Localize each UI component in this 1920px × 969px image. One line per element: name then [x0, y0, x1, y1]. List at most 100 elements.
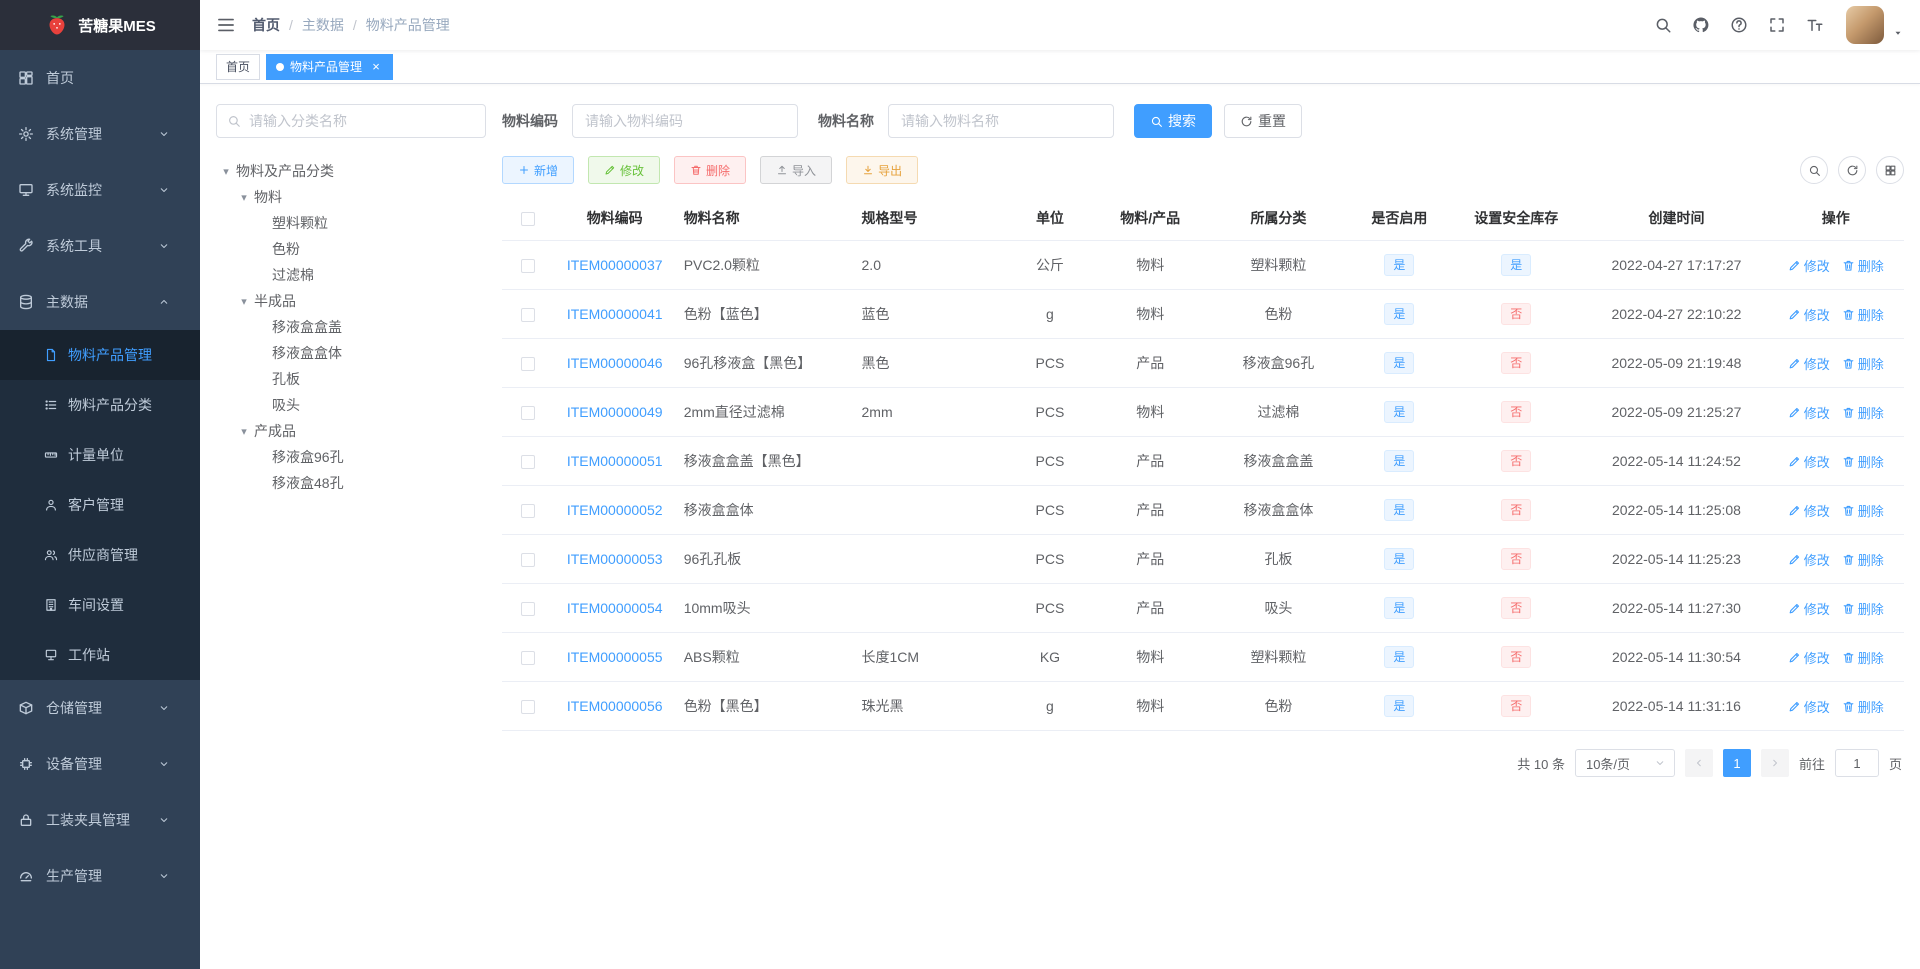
tree-node[interactable]: 移液盒96孔 [216, 444, 486, 470]
tag-material-product[interactable]: 物料产品管理 × [266, 53, 394, 80]
delete-row-link[interactable]: 删除 [1842, 697, 1884, 716]
sidebar-item-5[interactable]: 仓储管理 [0, 680, 200, 736]
delete-row-link[interactable]: 删除 [1842, 403, 1884, 422]
sidebar-subitem-4[interactable]: 供应商管理 [0, 530, 200, 580]
header-search-button[interactable] [1646, 0, 1680, 50]
row-checkbox[interactable] [520, 651, 535, 666]
edit-row-link[interactable]: 修改 [1788, 305, 1830, 324]
row-checkbox[interactable] [520, 504, 535, 519]
sidebar-subitem-0[interactable]: 物料产品管理 [0, 330, 200, 380]
tree-node[interactable]: 吸头 [216, 392, 486, 418]
sidebar-item-4[interactable]: 主数据 [0, 274, 200, 330]
row-checkbox[interactable] [520, 259, 535, 274]
row-checkbox[interactable] [520, 455, 535, 470]
add-button[interactable]: 新增 [502, 156, 575, 184]
edit-row-link[interactable]: 修改 [1788, 256, 1830, 275]
tree-node[interactable]: 色粉 [216, 236, 486, 262]
edit-row-link[interactable]: 修改 [1788, 354, 1830, 373]
caret-icon[interactable]: ▾ [234, 191, 254, 204]
app-logo[interactable]: 苦糖果MES [0, 0, 200, 50]
tag-home[interactable]: 首页 [216, 53, 261, 80]
edit-button[interactable]: 修改 [588, 156, 661, 184]
item-code-link[interactable]: ITEM00000053 [567, 551, 663, 567]
hamburger-icon[interactable] [200, 0, 252, 50]
sidebar-item-2[interactable]: 系统监控 [0, 162, 200, 218]
help-button[interactable] [1722, 0, 1756, 50]
sidebar-subitem-5[interactable]: 车间设置 [0, 580, 200, 630]
tree-node[interactable]: 孔板 [216, 366, 486, 392]
delete-row-link[interactable]: 删除 [1842, 648, 1884, 667]
fullscreen-button[interactable] [1760, 0, 1794, 50]
edit-row-link[interactable]: 修改 [1788, 452, 1830, 471]
delete-row-link[interactable]: 删除 [1842, 256, 1884, 275]
font-size-button[interactable] [1798, 0, 1832, 50]
tree-node[interactable]: 移液盒盒盖 [216, 314, 486, 340]
item-code-link[interactable]: ITEM00000055 [567, 649, 663, 665]
tree-node[interactable]: 移液盒48孔 [216, 470, 486, 496]
breadcrumb-item-home[interactable]: 首页 [252, 15, 280, 35]
columns-button[interactable] [1876, 156, 1904, 184]
sidebar-item-1[interactable]: 系统管理 [0, 106, 200, 162]
item-code-link[interactable]: ITEM00000056 [567, 698, 663, 714]
delete-button[interactable]: 删除 [674, 156, 747, 184]
delete-row-link[interactable]: 删除 [1842, 501, 1884, 520]
tree-node[interactable]: 塑料颗粒 [216, 210, 486, 236]
row-checkbox[interactable] [520, 406, 535, 421]
user-menu-caret[interactable] [1892, 24, 1904, 40]
export-button[interactable]: 导出 [846, 156, 919, 184]
row-checkbox[interactable] [520, 553, 535, 568]
delete-row-link[interactable]: 删除 [1842, 599, 1884, 618]
avatar[interactable] [1846, 6, 1884, 44]
tree-node[interactable]: 过滤棉 [216, 262, 486, 288]
delete-row-link[interactable]: 删除 [1842, 550, 1884, 569]
breadcrumb-item-master-data[interactable]: 主数据 [302, 15, 344, 35]
edit-row-link[interactable]: 修改 [1788, 501, 1830, 520]
item-code-link[interactable]: ITEM00000037 [567, 257, 663, 273]
sidebar-item-7[interactable]: 工装夹具管理 [0, 792, 200, 848]
category-search-input[interactable] [216, 104, 486, 138]
sidebar-subitem-2[interactable]: 计量单位 [0, 430, 200, 480]
delete-row-link[interactable]: 删除 [1842, 354, 1884, 373]
toggle-search-button[interactable] [1800, 156, 1828, 184]
edit-row-link[interactable]: 修改 [1788, 697, 1830, 716]
page-1-button[interactable]: 1 [1722, 749, 1751, 777]
edit-row-link[interactable]: 修改 [1788, 599, 1830, 618]
material-name-input[interactable] [888, 104, 1114, 138]
sidebar-item-6[interactable]: 设备管理 [0, 736, 200, 792]
delete-row-link[interactable]: 删除 [1842, 452, 1884, 471]
tree-node[interactable]: ▾ 半成品 [216, 288, 486, 314]
edit-row-link[interactable]: 修改 [1788, 550, 1830, 569]
tree-node[interactable]: 移液盒盒体 [216, 340, 486, 366]
next-page-button[interactable] [1760, 749, 1789, 777]
tree-node[interactable]: ▾ 物料及产品分类 [216, 158, 486, 184]
delete-row-link[interactable]: 删除 [1842, 305, 1884, 324]
sidebar-subitem-1[interactable]: 物料产品分类 [0, 380, 200, 430]
item-code-link[interactable]: ITEM00000046 [567, 355, 663, 371]
row-checkbox[interactable] [520, 357, 535, 372]
refresh-table-button[interactable] [1838, 156, 1866, 184]
prev-page-button[interactable] [1684, 749, 1713, 777]
item-code-link[interactable]: ITEM00000041 [567, 306, 663, 322]
row-checkbox[interactable] [520, 602, 535, 617]
caret-icon[interactable]: ▾ [234, 425, 254, 438]
item-code-link[interactable]: ITEM00000054 [567, 600, 663, 616]
github-button[interactable] [1684, 0, 1718, 50]
row-checkbox[interactable] [520, 700, 535, 715]
item-code-link[interactable]: ITEM00000052 [567, 502, 663, 518]
tree-node[interactable]: ▾ 物料 [216, 184, 486, 210]
caret-icon[interactable]: ▾ [234, 295, 254, 308]
sidebar-subitem-6[interactable]: 工作站 [0, 630, 200, 680]
item-code-link[interactable]: ITEM00000049 [567, 404, 663, 420]
edit-row-link[interactable]: 修改 [1788, 403, 1830, 422]
sidebar-subitem-3[interactable]: 客户管理 [0, 480, 200, 530]
sidebar-item-8[interactable]: 生产管理 [0, 848, 200, 904]
caret-icon[interactable]: ▾ [216, 165, 236, 178]
import-button[interactable]: 导入 [760, 156, 833, 184]
tree-node[interactable]: ▾ 产成品 [216, 418, 486, 444]
item-code-link[interactable]: ITEM00000051 [567, 453, 663, 469]
close-icon[interactable]: × [369, 60, 383, 74]
edit-row-link[interactable]: 修改 [1788, 648, 1830, 667]
material-code-input[interactable] [572, 104, 798, 138]
page-size-select[interactable]: 10条/页 [1574, 749, 1675, 777]
search-button[interactable]: 搜索 [1134, 104, 1212, 138]
